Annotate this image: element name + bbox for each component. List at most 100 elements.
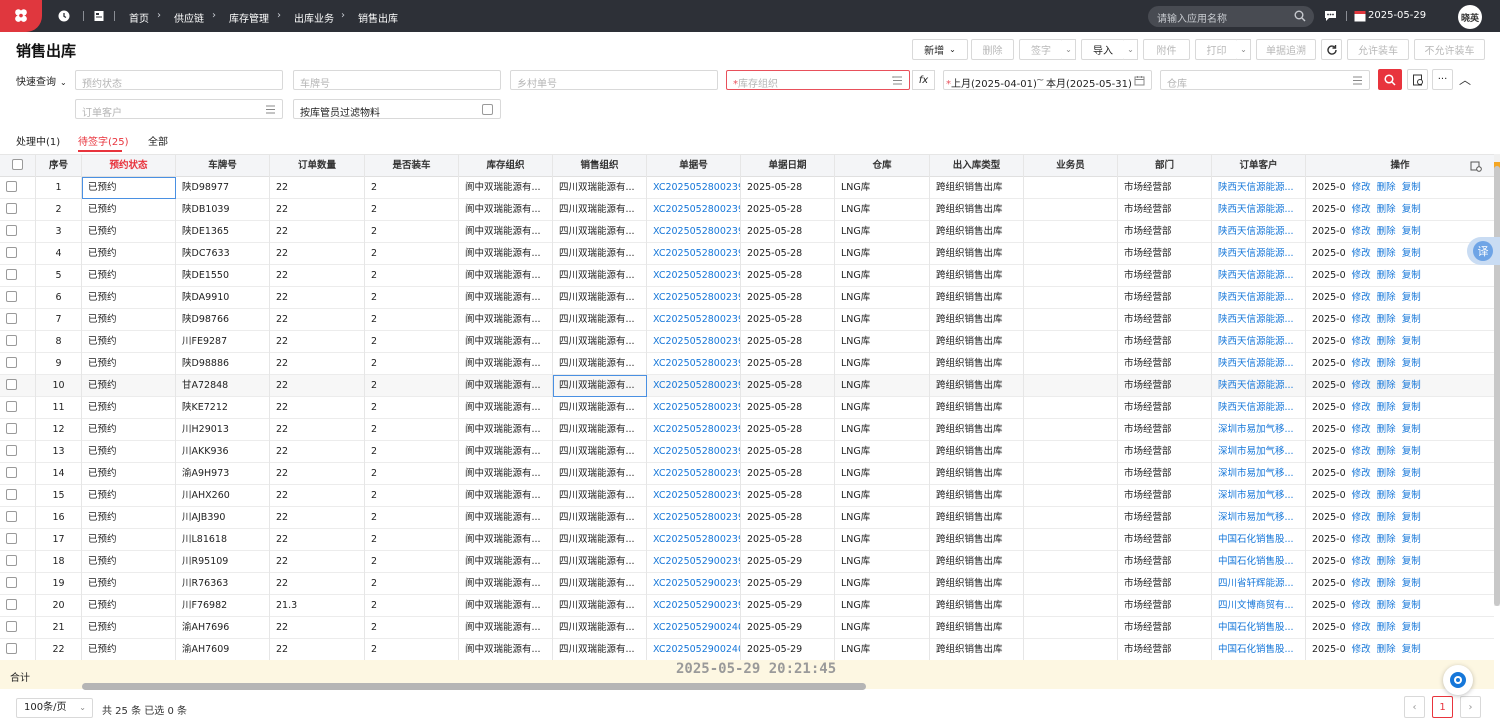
cell-customer[interactable]: 中国石化销售股...	[1212, 617, 1306, 639]
order-customer-field[interactable]: 订单客户	[75, 99, 283, 119]
col-header-status[interactable]: 预约状态	[82, 155, 176, 177]
copy-link[interactable]: 复制	[1402, 402, 1421, 413]
copy-link[interactable]: 复制	[1402, 292, 1421, 303]
date-end[interactable]: 本月(2025-05-31)	[1046, 75, 1132, 90]
row-checkbox[interactable]	[6, 621, 17, 632]
delete-link[interactable]: 删除	[1377, 380, 1396, 391]
trace-button[interactable]: 单据追溯	[1256, 39, 1316, 60]
edit-link[interactable]: 修改	[1352, 336, 1371, 347]
allow-load-button[interactable]: 允许装车	[1347, 39, 1409, 60]
copy-link[interactable]: 复制	[1402, 248, 1421, 259]
edit-link[interactable]: 修改	[1352, 600, 1371, 611]
delete-link[interactable]: 删除	[1377, 446, 1396, 457]
delete-link[interactable]: 删除	[1377, 292, 1396, 303]
copy-link[interactable]: 复制	[1402, 600, 1421, 611]
formula-button[interactable]: fx	[912, 70, 935, 90]
table-row[interactable]: 21 已预约 渝AH7696 22 2 阆中双瑞能源有... 四川双瑞能源有... XC202…	[0, 617, 1494, 639]
row-checkbox[interactable]	[6, 445, 17, 456]
edit-link[interactable]: 修改	[1352, 314, 1371, 325]
col-header-sales-org[interactable]: 销售组织	[553, 155, 647, 177]
row-checkbox[interactable]	[6, 401, 17, 412]
edit-link[interactable]: 修改	[1352, 424, 1371, 435]
vertical-scrollbar[interactable]	[1494, 154, 1500, 606]
table-row[interactable]: 17 已预约 川L81618 22 2 阆中双瑞能源有... 四川双瑞能源有... XC202…	[0, 529, 1494, 551]
cell-customer[interactable]: 陕西天信源能源...	[1212, 375, 1306, 397]
delete-link[interactable]: 删除	[1377, 622, 1396, 633]
breadcrumb-home[interactable]: 首页	[129, 10, 149, 25]
cell-customer[interactable]: 陕西天信源能源...	[1212, 265, 1306, 287]
stock-org-field[interactable]: *库存组织	[726, 70, 910, 90]
row-checkbox[interactable]	[6, 599, 17, 610]
delete-link[interactable]: 删除	[1377, 226, 1396, 237]
copy-link[interactable]: 复制	[1402, 644, 1421, 655]
copy-link[interactable]: 复制	[1402, 578, 1421, 589]
cell-doc-no[interactable]: XC20250528002396	[647, 309, 741, 331]
cell-doc-no[interactable]: XC20250528002395	[647, 507, 741, 529]
copy-link[interactable]: 复制	[1402, 270, 1421, 281]
tab-processing[interactable]: 处理中(1)	[16, 133, 60, 148]
edit-link[interactable]: 修改	[1352, 292, 1371, 303]
cell-doc-no[interactable]: XC20250529002392	[647, 595, 741, 617]
delete-link[interactable]: 删除	[1377, 534, 1396, 545]
cell-doc-no[interactable]: XC20250528002393	[647, 243, 741, 265]
translate-button[interactable]: 译	[1467, 237, 1500, 265]
copy-link[interactable]: 复制	[1402, 204, 1421, 215]
cell-doc-no[interactable]: XC20250528002390	[647, 177, 741, 199]
cell-customer[interactable]: 陕西天信源能源...	[1212, 199, 1306, 221]
print-button[interactable]: 打印	[1195, 39, 1238, 60]
list-icon[interactable]	[1352, 75, 1363, 86]
table-row[interactable]: 15 已预约 川AHX260 22 2 阆中双瑞能源有... 四川双瑞能源有... XC202…	[0, 485, 1494, 507]
copy-link[interactable]: 复制	[1402, 556, 1421, 567]
delete-link[interactable]: 删除	[1377, 644, 1396, 655]
page-1-button[interactable]: 1	[1432, 696, 1453, 718]
copy-link[interactable]: 复制	[1402, 446, 1421, 457]
edit-link[interactable]: 修改	[1352, 512, 1371, 523]
cell-customer[interactable]: 陕西天信源能源...	[1212, 177, 1306, 199]
import-dropdown-icon[interactable]: ⌄	[1124, 39, 1138, 60]
table-row[interactable]: 8 已预约 川FE9287 22 2 阆中双瑞能源有... 四川双瑞能源有... XC2025…	[0, 331, 1494, 353]
message-icon[interactable]	[1324, 9, 1337, 22]
date-start[interactable]: *上月(2025-04-01)	[946, 75, 1037, 90]
row-checkbox[interactable]	[6, 643, 17, 654]
cell-doc-no[interactable]: XC20250528002394	[647, 485, 741, 507]
edit-link[interactable]: 修改	[1352, 182, 1371, 193]
delete-link[interactable]: 删除	[1377, 182, 1396, 193]
row-checkbox[interactable]	[6, 533, 17, 544]
table-row[interactable]: 19 已预约 川R76363 22 2 阆中双瑞能源有... 四川双瑞能源有... XC202…	[0, 573, 1494, 595]
cell-doc-no[interactable]: XC20250528002393	[647, 463, 741, 485]
column-settings-icon[interactable]	[1470, 160, 1482, 172]
cell-customer[interactable]: 陕西天信源能源...	[1212, 287, 1306, 309]
page-size-select[interactable]: 100条/页 ⌄	[16, 698, 93, 718]
delete-link[interactable]: 删除	[1377, 336, 1396, 347]
delete-link[interactable]: 删除	[1377, 512, 1396, 523]
cell-customer[interactable]: 四川省轩辉能源...	[1212, 573, 1306, 595]
table-row[interactable]: 16 已预约 川AJB390 22 2 阆中双瑞能源有... 四川双瑞能源有... XC202…	[0, 507, 1494, 529]
list-icon[interactable]	[265, 104, 276, 115]
delete-link[interactable]: 删除	[1377, 248, 1396, 259]
row-checkbox[interactable]	[6, 203, 17, 214]
more-button[interactable]: ···	[1432, 69, 1453, 90]
cell-customer[interactable]: 中国石化销售股...	[1212, 529, 1306, 551]
scheme-button[interactable]	[1407, 69, 1428, 90]
list-icon[interactable]	[892, 75, 903, 86]
row-checkbox[interactable]	[6, 423, 17, 434]
search-icon[interactable]	[1294, 10, 1306, 22]
calendar-icon[interactable]	[1354, 9, 1366, 22]
breadcrumb-inventory[interactable]: 库存管理	[229, 10, 269, 25]
cell-customer[interactable]: 陕西天信源能源...	[1212, 221, 1306, 243]
vertical-scrollbar-thumb[interactable]	[1494, 166, 1500, 606]
cell-doc-no[interactable]: XC20250529002401	[647, 639, 741, 660]
edit-link[interactable]: 修改	[1352, 490, 1371, 501]
sign-button[interactable]: 签字	[1019, 39, 1063, 60]
delete-link[interactable]: 删除	[1377, 358, 1396, 369]
cell-customer[interactable]: 深圳市易加气移...	[1212, 441, 1306, 463]
copy-link[interactable]: 复制	[1402, 314, 1421, 325]
attachment-button[interactable]: 附件	[1143, 39, 1190, 60]
col-header-loaded[interactable]: 是否装车	[365, 155, 459, 177]
edit-link[interactable]: 修改	[1352, 226, 1371, 237]
table-row[interactable]: 20 已预约 川F76982 21.3 2 阆中双瑞能源有... 四川双瑞能源有... XC2…	[0, 595, 1494, 617]
cell-customer[interactable]: 中国石化销售股...	[1212, 639, 1306, 660]
tab-all[interactable]: 全部	[148, 133, 168, 148]
table-row[interactable]: 13 已预约 川AKK936 22 2 阆中双瑞能源有... 四川双瑞能源有... XC202…	[0, 441, 1494, 463]
cell-customer[interactable]: 陕西天信源能源...	[1212, 309, 1306, 331]
